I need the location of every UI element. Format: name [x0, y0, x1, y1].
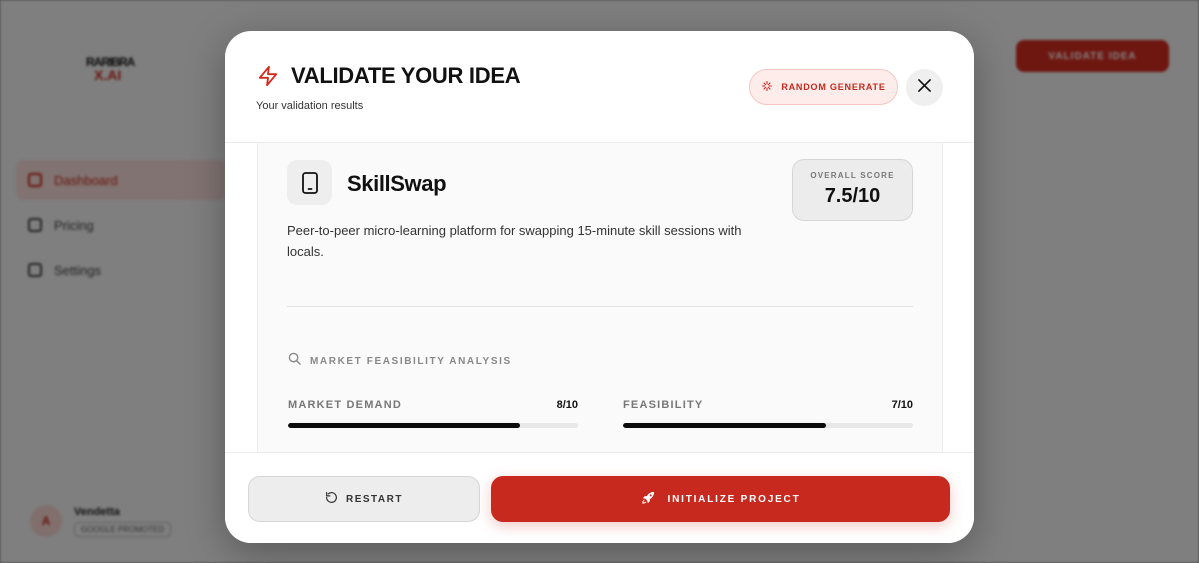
progress-fill [288, 423, 520, 428]
validation-modal: VALIDATE YOUR IDEA Your validation resul… [225, 31, 974, 543]
analysis-section-header: MARKET FEASIBILITY ANALYSIS [288, 352, 512, 370]
rocket-icon [641, 490, 656, 508]
title-row: VALIDATE YOUR IDEA [257, 63, 521, 89]
overall-score-label: OVERALL SCORE [810, 171, 895, 180]
restart-label: RESTART [346, 493, 403, 505]
metric-value: 7/10 [891, 399, 913, 411]
project-description: Peer-to-peer micro-learning platform for… [287, 223, 742, 259]
analysis-section-title: MARKET FEASIBILITY ANALYSIS [310, 355, 512, 367]
random-generate-button[interactable]: RANDOM GENERATE [749, 69, 898, 105]
divider [287, 306, 913, 307]
metric-label: FEASIBILITY [623, 399, 704, 411]
bolt-icon [257, 64, 279, 88]
restart-icon [325, 491, 338, 507]
project-name: SkillSwap [347, 171, 447, 196]
random-generate-label: RANDOM GENERATE [781, 82, 886, 92]
modal-header: VALIDATE YOUR IDEA Your validation resul… [225, 31, 974, 143]
modal-footer: RESTART INITIALIZE PROJECT [225, 452, 974, 543]
close-button[interactable] [906, 69, 943, 106]
metric-value: 8/10 [556, 399, 578, 411]
close-icon [918, 78, 931, 97]
result-card: SkillSwap OVERALL SCORE 7.5/10 Peer-to-p… [257, 143, 943, 452]
initialize-project-button[interactable]: INITIALIZE PROJECT [491, 476, 950, 522]
progress-track [623, 423, 913, 428]
metric-feasibility: FEASIBILITY 7/10 [623, 399, 913, 428]
tablet-icon [287, 160, 332, 205]
progress-fill [623, 423, 826, 428]
metric-market-demand: MARKET DEMAND 8/10 [288, 399, 578, 428]
progress-track [288, 423, 578, 428]
modal-title: VALIDATE YOUR IDEA [291, 63, 521, 88]
metric-label: MARKET DEMAND [288, 399, 402, 411]
modal-body[interactable]: SkillSwap OVERALL SCORE 7.5/10 Peer-to-p… [225, 143, 974, 452]
modal-subtitle: Your validation results [256, 100, 364, 112]
overall-score-value: 7.5/10 [824, 185, 881, 207]
initialize-project-label: INITIALIZE PROJECT [667, 493, 801, 505]
overall-score-box: OVERALL SCORE 7.5/10 [792, 159, 913, 221]
restart-button[interactable]: RESTART [248, 476, 480, 522]
search-icon [288, 352, 301, 370]
sparkle-icon [761, 80, 773, 94]
